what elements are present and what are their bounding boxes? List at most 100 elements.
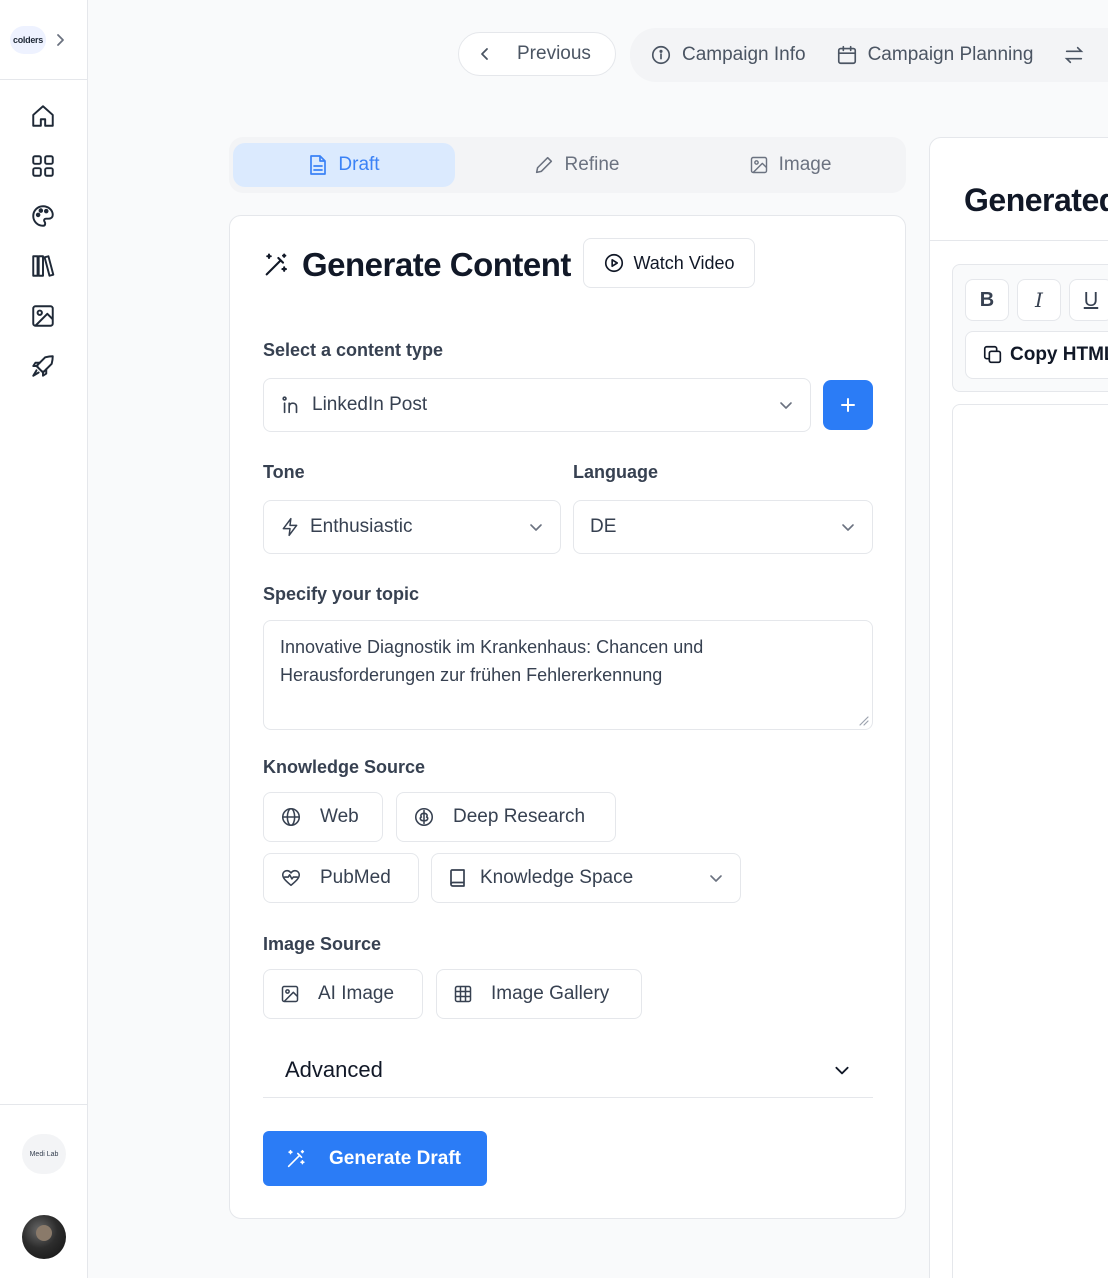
bold-label: B [979, 288, 995, 311]
document-icon [308, 154, 328, 176]
content-type-value: LinkedIn Post [312, 394, 428, 415]
watch-video-button[interactable]: Watch Video [583, 238, 755, 288]
underline-button[interactable]: U [1069, 279, 1108, 321]
image-icon[interactable] [28, 301, 58, 331]
italic-label: I [1035, 288, 1043, 312]
library-icon[interactable] [28, 251, 58, 281]
swap-icon [1063, 44, 1085, 66]
watch-video-label: Watch Video [633, 252, 735, 273]
tab-refine[interactable]: Refine [465, 143, 687, 187]
copy-icon [982, 344, 1004, 366]
italic-button[interactable]: I [1017, 279, 1061, 321]
campaign-planning-label: Campaign Planning [867, 44, 1034, 65]
editor-toolbar: B I U Copy HTML [952, 264, 1108, 392]
copy-html-label: Copy HTML [1010, 344, 1108, 365]
content-type-label: Select a content type [263, 340, 444, 360]
image-ai-button[interactable]: AI Image [263, 969, 423, 1019]
sidebar: colders Medi Lab [0, 0, 88, 1278]
knowledge-deep-research-button[interactable]: Deep Research [396, 792, 616, 842]
generate-content-card: Generate Content Watch Video Select a co… [229, 215, 906, 1219]
add-content-type-button[interactable] [823, 380, 873, 430]
knowledge-space-label: Knowledge Space [480, 867, 634, 888]
tab-refine-label: Refine [564, 154, 620, 175]
tone-select[interactable]: Enthusiastic [263, 500, 561, 554]
lightning-icon [280, 516, 300, 538]
app-logo[interactable]: colders [10, 26, 46, 54]
home-icon[interactable] [28, 101, 58, 131]
tone-label: Tone [263, 462, 305, 482]
org-logo[interactable]: Medi Lab [22, 1134, 66, 1174]
generate-draft-button[interactable]: Generate Draft [263, 1131, 487, 1186]
image-icon [280, 984, 300, 1004]
language-label: Language [573, 462, 659, 482]
book-icon [448, 867, 468, 889]
pencil-icon [533, 154, 555, 176]
chevron-down-icon [528, 519, 544, 535]
knowledge-pubmed-button[interactable]: PubMed [263, 853, 419, 903]
plus-icon [839, 396, 857, 414]
topic-textarea[interactable]: Innovative Diagnostik im Krankenhaus: Ch… [263, 620, 873, 730]
chevron-down-icon [708, 870, 724, 886]
globe-icon [280, 806, 302, 828]
content-tabs: Draft Refine Image [229, 137, 906, 193]
knowledge-deep-research-label: Deep Research [453, 806, 586, 827]
step-campaign-planning[interactable]: Campaign Planning [836, 44, 1034, 66]
image-source-label: Image Source [263, 934, 382, 954]
play-circle-icon [603, 252, 625, 274]
knowledge-source-label: Knowledge Source [263, 757, 426, 777]
tone-value: Enthusiastic [310, 516, 413, 537]
palette-icon[interactable] [28, 201, 58, 231]
magic-wand-icon [262, 251, 290, 279]
chevron-down-icon [778, 397, 794, 413]
topic-label: Specify your topic [263, 584, 420, 604]
image-icon [749, 155, 769, 175]
table-grid-icon [453, 984, 473, 1004]
magic-wand-icon [285, 1148, 307, 1170]
generated-panel: Generated B I U Copy HTML [929, 137, 1108, 1278]
advanced-accordion[interactable]: Advanced [263, 1042, 873, 1098]
chevron-right-icon[interactable] [54, 30, 68, 50]
resize-handle-icon[interactable] [857, 714, 869, 726]
tab-draft[interactable]: Draft [233, 143, 455, 187]
step-nav: Campaign Info Campaign Planning [630, 28, 1108, 82]
step-campaign-info[interactable]: Campaign Info [650, 44, 806, 66]
previous-button[interactable]: Previous [458, 32, 616, 76]
generate-draft-label: Generate Draft [329, 1147, 461, 1169]
language-value: DE [590, 516, 617, 537]
rocket-icon[interactable] [28, 351, 58, 381]
info-icon [650, 44, 672, 66]
image-gallery-button[interactable]: Image Gallery [436, 969, 642, 1019]
tab-image-label: Image [778, 154, 832, 175]
content-editor[interactable] [952, 404, 1108, 1278]
campaign-info-label: Campaign Info [682, 44, 806, 65]
step-next[interactable] [1063, 44, 1085, 66]
chevron-down-icon [840, 519, 856, 535]
panel-divider [930, 240, 1108, 241]
underline-label: U [1083, 288, 1099, 311]
grid-icon[interactable] [28, 151, 58, 181]
knowledge-pubmed-label: PubMed [320, 867, 391, 888]
advanced-label: Advanced [285, 1056, 383, 1082]
card-title: Generate Content [262, 246, 571, 284]
generated-title: Generated [964, 182, 1108, 218]
heart-pulse-icon [280, 867, 302, 889]
bold-button[interactable]: B [965, 279, 1009, 321]
previous-label: Previous [517, 43, 591, 64]
content-type-select[interactable]: LinkedIn Post [263, 378, 811, 432]
page-title: Generate Content [302, 246, 571, 283]
knowledge-space-select[interactable]: Knowledge Space [431, 853, 741, 903]
tab-image[interactable]: Image [679, 143, 901, 187]
language-select[interactable]: DE [573, 500, 873, 554]
logo-row: colders [0, 0, 88, 80]
sidebar-divider [0, 1104, 88, 1105]
chevron-left-icon [479, 45, 491, 63]
chevron-down-icon [833, 1061, 851, 1079]
image-ai-label: AI Image [318, 983, 395, 1004]
tab-draft-label: Draft [338, 154, 380, 175]
knowledge-web-label: Web [320, 806, 359, 827]
avatar[interactable] [22, 1215, 66, 1259]
linkedin-icon [280, 394, 302, 416]
copy-html-button[interactable]: Copy HTML [965, 331, 1108, 379]
knowledge-web-button[interactable]: Web [263, 792, 383, 842]
image-gallery-label: Image Gallery [491, 983, 610, 1004]
